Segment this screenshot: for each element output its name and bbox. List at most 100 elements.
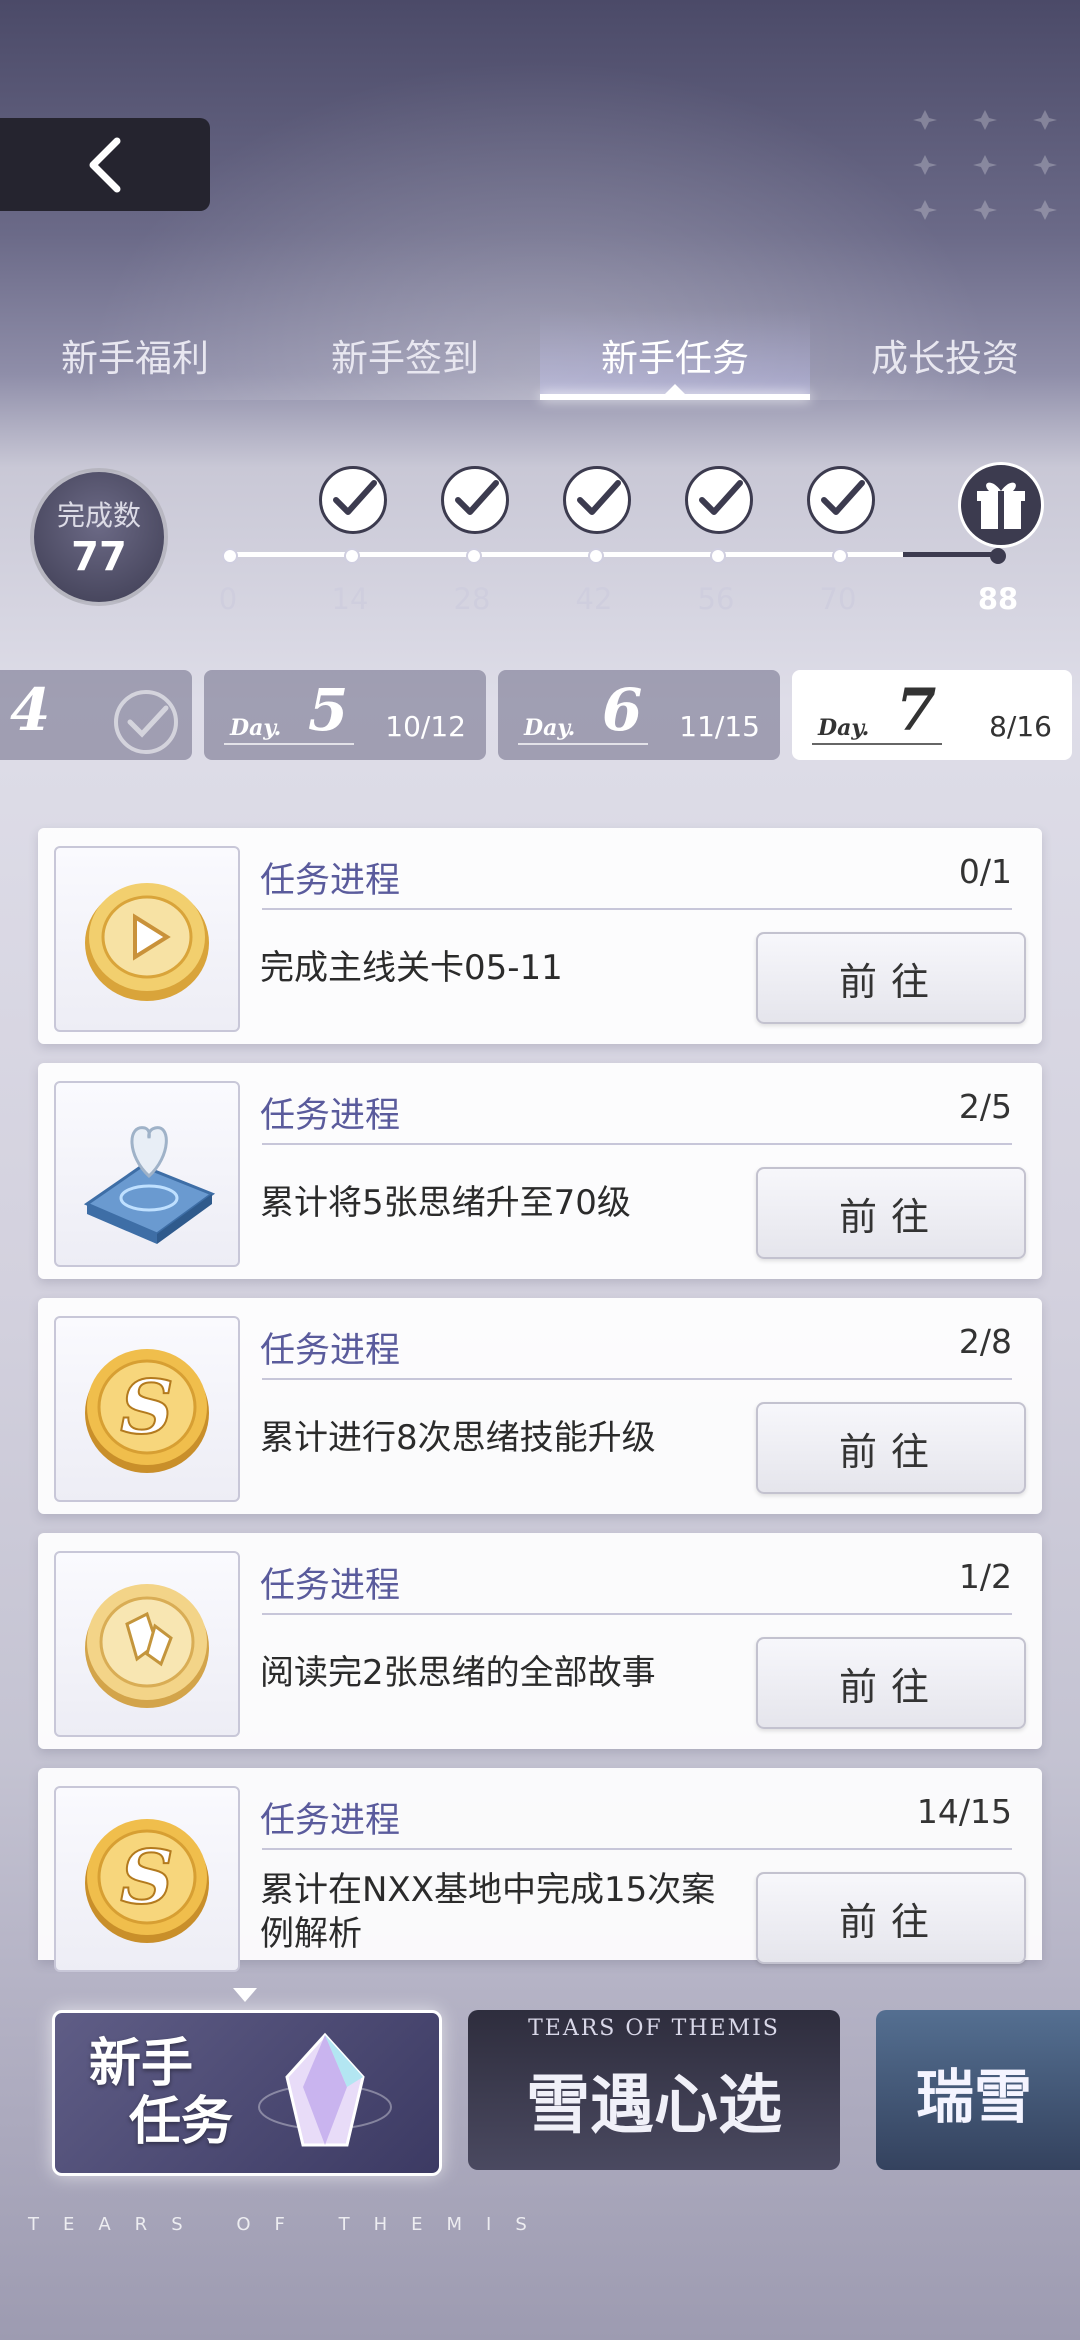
divider bbox=[262, 908, 1012, 910]
event-title: 瑞雪 bbox=[916, 2063, 1033, 2131]
chevron-left-icon bbox=[89, 137, 121, 192]
day-number: 4 bbox=[10, 676, 51, 744]
day-number: 5 bbox=[308, 676, 349, 744]
milestone-claimed-check-icon[interactable] bbox=[563, 466, 631, 534]
day-underline bbox=[224, 743, 354, 745]
task-progress-count: 1/2 bbox=[958, 1557, 1012, 1596]
day-count: 11/15 bbox=[679, 710, 760, 743]
progress-track-remaining bbox=[903, 552, 998, 557]
milestone-dot bbox=[466, 548, 482, 564]
day-complete-check-icon bbox=[114, 690, 178, 754]
crystal-icon bbox=[258, 2032, 392, 2147]
event-title-line: 任务 bbox=[129, 2092, 234, 2152]
event-banner-newbie-tasks[interactable]: 新手 任务 bbox=[52, 2010, 442, 2176]
divider bbox=[262, 1613, 1012, 1615]
tab-newbie-welfare[interactable]: 新手福利 bbox=[0, 310, 270, 400]
milestone-label: 88 bbox=[977, 582, 1019, 616]
completion-count: 77 bbox=[71, 534, 127, 580]
go-button[interactable]: 前往 bbox=[756, 1167, 1026, 1259]
story-coin-icon bbox=[85, 1584, 209, 1708]
event-title: 雪遇心选 bbox=[526, 2068, 782, 2143]
milestone-dot bbox=[832, 548, 848, 564]
milestone-dot bbox=[710, 548, 726, 564]
gift-icon[interactable] bbox=[958, 462, 1044, 548]
task-description: 累计将5张思绪升至70级 bbox=[260, 1183, 631, 1223]
go-button[interactable]: 前往 bbox=[756, 932, 1026, 1024]
event-banner-bar: 新手 任务 TEARS OF THEMIS 雪遇心选 瑞雪 TEARS OF T… bbox=[0, 1960, 1080, 2340]
task-reward-slot: S bbox=[54, 1786, 240, 1972]
milestone-claimed-check-icon[interactable] bbox=[807, 466, 875, 534]
task-progress-label: 任务进程 bbox=[260, 1801, 401, 1841]
milestone-claimed-check-icon[interactable] bbox=[319, 466, 387, 534]
completion-badge: 完成数 77 bbox=[30, 468, 168, 606]
day-tab-6[interactable]: Day. 6 11/15 bbox=[498, 670, 780, 760]
milestone-dot bbox=[990, 548, 1006, 564]
task-reward-slot bbox=[54, 846, 240, 1032]
task-progress-count: 2/8 bbox=[958, 1322, 1012, 1361]
day-selector: 4 Day. 5 10/12 Day. 6 11/15 Day. 7 8/16 bbox=[0, 670, 1080, 765]
event-subtitle: TEARS OF THEMIS bbox=[528, 2016, 780, 2041]
task-description: 阅读完2张思绪的全部故事 bbox=[260, 1653, 656, 1693]
day-label: Day. bbox=[818, 715, 870, 741]
completion-label: 完成数 bbox=[56, 499, 141, 532]
task-description: 完成主线关卡05-11 bbox=[260, 948, 563, 988]
svg-text:S: S bbox=[120, 1365, 173, 1451]
milestone-label: 14 bbox=[331, 582, 369, 616]
milestone-dot bbox=[344, 548, 360, 564]
s-coin-icon: S bbox=[85, 1349, 209, 1473]
milestone-label: 0 bbox=[218, 582, 238, 616]
go-button[interactable]: 前往 bbox=[756, 1872, 1026, 1964]
svg-text:S: S bbox=[120, 1835, 173, 1921]
day-number: 6 bbox=[602, 676, 643, 744]
task-card: 任务进程 1/2 阅读完2张思绪的全部故事 前往 bbox=[38, 1533, 1042, 1749]
selected-pointer-icon bbox=[233, 1988, 257, 2002]
milestone-label: 28 bbox=[453, 582, 491, 616]
event-title-line: 新手 bbox=[89, 2034, 194, 2094]
task-card: 任务进程 2/5 累计将5张思绪升至70级 前往 bbox=[38, 1063, 1042, 1279]
event-banner-snow-select[interactable]: TEARS OF THEMIS 雪遇心选 bbox=[468, 2010, 840, 2170]
task-card: S 任务进程 2/8 累计进行8次思绪技能升级 前往 bbox=[38, 1298, 1042, 1514]
milestone-label: 70 bbox=[819, 582, 857, 616]
event-title: 新手 任务 bbox=[89, 2035, 233, 2151]
heart-pedestal-icon bbox=[83, 1126, 216, 1244]
day-count: 8/16 bbox=[989, 710, 1052, 743]
divider bbox=[262, 1143, 1012, 1145]
sparkle-decoration-icon bbox=[913, 110, 1057, 220]
milestone-claimed-check-icon[interactable] bbox=[685, 466, 753, 534]
tab-bar: 新手福利 新手签到 新手任务 成长投资 bbox=[0, 310, 1080, 400]
milestone-dot bbox=[588, 548, 604, 564]
divider bbox=[262, 1378, 1012, 1380]
milestone-dot bbox=[222, 548, 238, 564]
task-reward-slot bbox=[54, 1551, 240, 1737]
day-underline bbox=[518, 743, 648, 745]
tab-newbie-checkin[interactable]: 新手签到 bbox=[270, 310, 540, 400]
back-button[interactable] bbox=[0, 118, 210, 211]
task-progress-count: 2/5 bbox=[958, 1087, 1012, 1126]
tab-newbie-tasks[interactable]: 新手任务 bbox=[540, 310, 810, 400]
s-coin-icon: S bbox=[85, 1819, 209, 1943]
play-coin-icon bbox=[85, 883, 209, 1001]
task-progress-label: 任务进程 bbox=[260, 861, 401, 901]
day-label: Day. bbox=[230, 715, 282, 741]
go-button[interactable]: 前往 bbox=[756, 1402, 1026, 1494]
tab-growth-investment[interactable]: 成长投资 bbox=[810, 310, 1080, 400]
task-progress-label: 任务进程 bbox=[260, 1566, 401, 1606]
task-card: 任务进程 0/1 完成主线关卡05-11 前往 bbox=[38, 828, 1042, 1044]
day-number: 7 bbox=[896, 676, 937, 744]
divider bbox=[262, 1848, 1012, 1850]
milestone-label: 42 bbox=[575, 582, 613, 616]
task-description: 累计进行8次思绪技能升级 bbox=[260, 1418, 656, 1458]
day-count: 10/12 bbox=[385, 710, 466, 743]
go-button[interactable]: 前往 bbox=[756, 1637, 1026, 1729]
task-progress-label: 任务进程 bbox=[260, 1331, 401, 1371]
day-tab-7[interactable]: Day. 7 8/16 bbox=[792, 670, 1072, 760]
task-progress-label: 任务进程 bbox=[260, 1096, 401, 1136]
day-tab-5[interactable]: Day. 5 10/12 bbox=[204, 670, 486, 760]
day-tab-4[interactable]: 4 bbox=[0, 670, 192, 760]
task-card: S 任务进程 14/15 累计在NXX基地中完成15次案例解析 前往 bbox=[38, 1768, 1042, 1972]
day-label: Day. bbox=[524, 715, 576, 741]
task-progress-count: 14/15 bbox=[916, 1792, 1012, 1831]
event-banner-auspicious-snow[interactable]: 瑞雪 bbox=[876, 2010, 1080, 2170]
milestone-claimed-check-icon[interactable] bbox=[441, 466, 509, 534]
task-progress-count: 0/1 bbox=[958, 852, 1012, 891]
